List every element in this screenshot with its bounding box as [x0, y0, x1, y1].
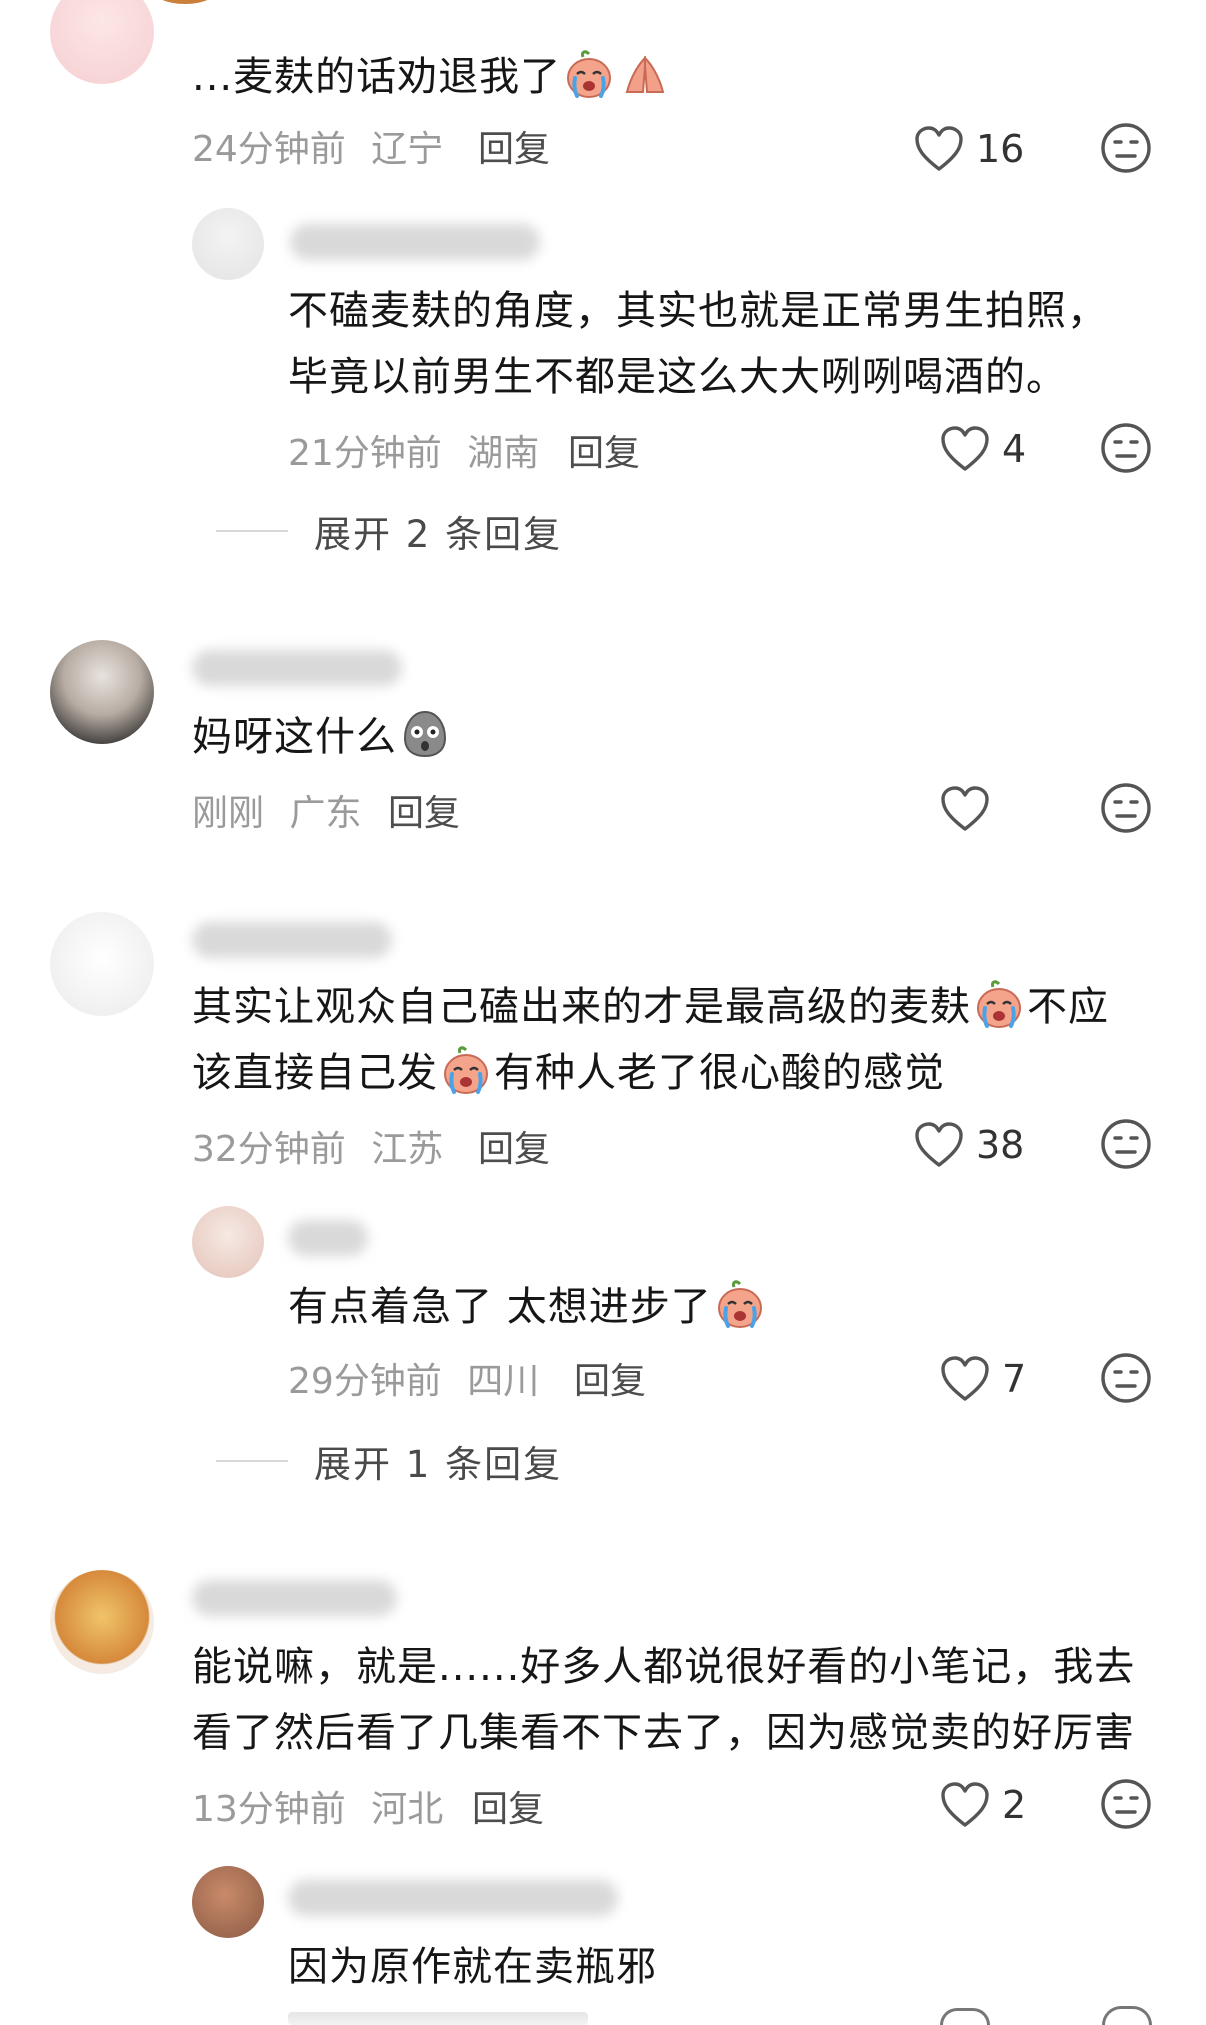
crying-face-emoji [714, 1278, 766, 1330]
location: 广东 [289, 793, 362, 834]
username-blurred[interactable] [192, 922, 392, 958]
heart-icon [914, 1122, 964, 1168]
dislike-face-icon[interactable] [1100, 422, 1152, 474]
timestamp: 24分钟前 [192, 129, 346, 170]
username-blurred[interactable] [288, 1880, 618, 1916]
reply-text: 有点着急了 太想进步了 [288, 1274, 768, 1340]
like-button[interactable]: 4 [940, 426, 1026, 472]
expand-replies-button[interactable]: 展开 2 条回复 [216, 504, 562, 558]
crying-face-emoji [440, 1044, 492, 1096]
dislike-face-icon-partial[interactable] [1102, 2006, 1152, 2025]
like-count: 4 [1002, 427, 1027, 471]
username-blurred[interactable] [192, 650, 402, 686]
dislike-face-icon[interactable] [1100, 782, 1152, 834]
heart-icon [940, 426, 990, 472]
reply-text: 因为原作就在卖瓶邪 [288, 1944, 657, 1990]
like-button[interactable]: 16 [914, 126, 1024, 172]
location: 湖南 [467, 433, 540, 474]
location: 四川 [467, 1361, 540, 1402]
reply-button[interactable]: 回复 [472, 1780, 544, 1832]
location: 河北 [371, 1789, 444, 1830]
comment-text-line: 其实让观众自己磕出来的才是最高级的麦麸 不应 [192, 974, 1109, 1040]
expand-replies-button[interactable]: 展开 1 条回复 [216, 1434, 562, 1488]
comment-text: ...麦麸的话劝退我了 [192, 44, 673, 110]
reply-text-line: 不磕麦麸的角度，其实也就是正常男生拍照， [288, 288, 1108, 334]
timestamp: 21分钟前 [288, 433, 442, 474]
like-button[interactable] [940, 786, 990, 832]
reply-button[interactable]: 回复 [388, 784, 460, 836]
comment-meta: 24分钟前 辽宁 [192, 120, 443, 172]
comment-meta: 13分钟前 河北 [192, 1780, 443, 1832]
username-blurred[interactable] [288, 1220, 368, 1256]
heart-icon [940, 786, 990, 832]
timestamp: 32分钟前 [192, 1129, 346, 1170]
dislike-face-icon[interactable] [1100, 122, 1152, 174]
avatar[interactable] [50, 912, 154, 1016]
crying-face-emoji [973, 978, 1025, 1030]
location: 江苏 [371, 1129, 444, 1170]
avatar[interactable] [50, 0, 154, 84]
like-button[interactable]: 7 [940, 1356, 1026, 1402]
reply-button[interactable]: 回复 [574, 1352, 646, 1404]
reply-button[interactable]: 回复 [568, 424, 640, 476]
dislike-face-icon[interactable] [1100, 1118, 1152, 1170]
like-count: 16 [976, 127, 1025, 171]
username-blurred[interactable] [290, 224, 540, 260]
username-blurred[interactable] [192, 1580, 397, 1616]
comment-meta: 32分钟前 江苏 [192, 1120, 443, 1172]
shocked-face-emoji [399, 708, 451, 760]
like-button-partial[interactable] [940, 2008, 990, 2025]
comment-text-line: 该直接自己发 有种人老了很心酸的感觉 [192, 1040, 945, 1106]
timestamp: 29分钟前 [288, 1361, 442, 1402]
heart-icon [940, 1356, 990, 1402]
reply-meta: 21分钟前 湖南 [288, 424, 539, 476]
comment-text-line: 看了然后看了几集看不下去了，因为感觉卖的好厉害 [192, 1710, 1135, 1756]
dislike-face-icon[interactable] [1100, 1352, 1152, 1404]
avatar[interactable] [50, 640, 154, 744]
reply-button[interactable]: 回复 [478, 120, 550, 172]
like-button[interactable]: 38 [914, 1122, 1024, 1168]
divider-line [216, 1460, 288, 1462]
location: 辽宁 [371, 129, 444, 170]
like-count: 2 [1002, 1783, 1027, 1827]
comment-meta: 刚刚 广东 [192, 784, 361, 836]
reply-button[interactable]: 回复 [478, 1120, 550, 1172]
praying-hands-emoji [619, 48, 671, 100]
avatar[interactable] [192, 1206, 264, 1278]
timestamp: 刚刚 [192, 793, 265, 834]
reply-meta: 29分钟前 四川 [288, 1352, 539, 1404]
comment-text: 妈呀这什么 [192, 704, 453, 770]
timestamp: 13分钟前 [192, 1789, 346, 1830]
dislike-face-icon[interactable] [1100, 1778, 1152, 1830]
avatar[interactable] [192, 1866, 264, 1938]
heart-icon [940, 1782, 990, 1828]
partial-meta-row [288, 2012, 588, 2025]
avatar[interactable] [50, 1570, 154, 1674]
crying-face-emoji [563, 48, 615, 100]
avatar[interactable] [150, 0, 220, 4]
divider-line [216, 530, 288, 532]
heart-icon [914, 126, 964, 172]
like-count: 7 [1002, 1357, 1027, 1401]
avatar[interactable] [192, 208, 264, 280]
like-button[interactable]: 2 [940, 1782, 1026, 1828]
reply-text-line: 毕竟以前男生不都是这么大大咧咧喝酒的。 [288, 354, 1067, 400]
comment-text-line: 能说嘛，就是......好多人都说很好看的小笔记，我去 [192, 1644, 1136, 1690]
like-count: 38 [976, 1123, 1025, 1167]
